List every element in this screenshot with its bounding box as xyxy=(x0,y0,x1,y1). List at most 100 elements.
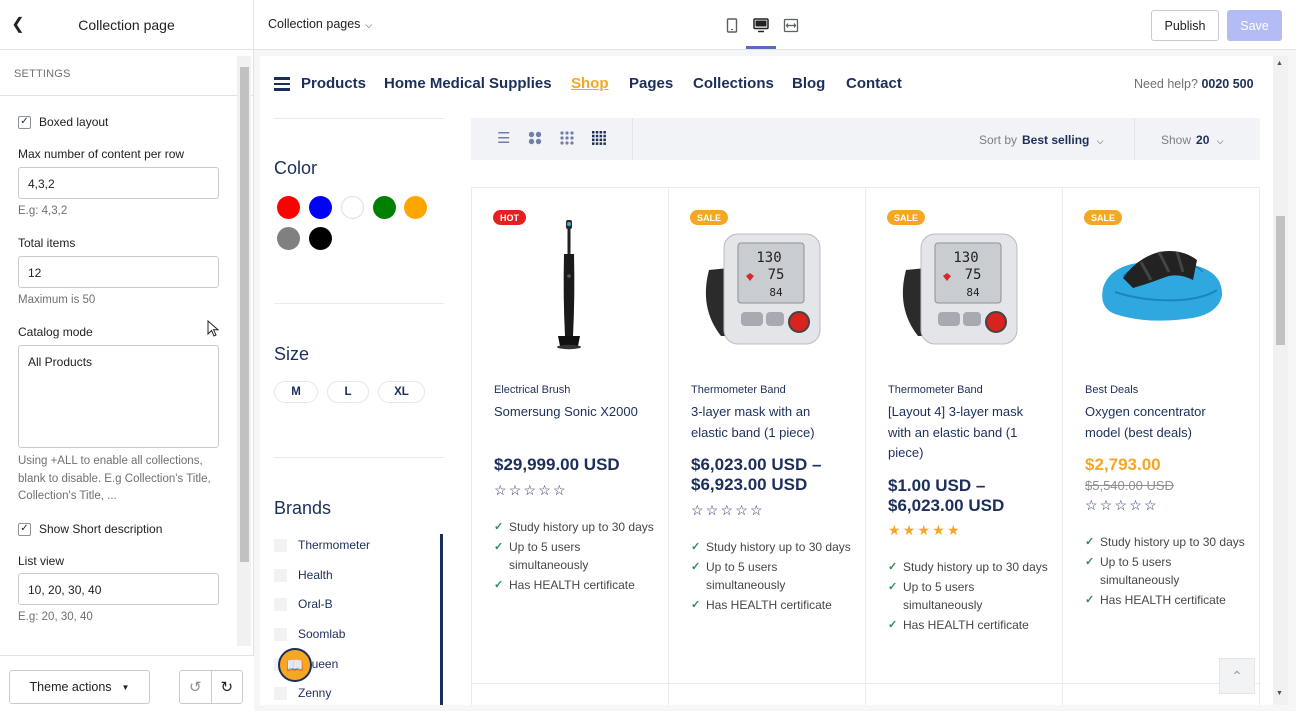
brand-label: Soomlab xyxy=(298,627,346,641)
filter-divider xyxy=(274,303,444,304)
rating-stars: ☆☆☆☆☆ xyxy=(494,482,568,498)
show-short-description-checkbox[interactable]: ✓ Show Short description xyxy=(18,522,162,536)
field-hint: Maximum is 50 xyxy=(18,294,96,306)
checkbox-label: Boxed layout xyxy=(39,115,109,129)
undo-icon[interactable]: ↺ xyxy=(180,671,212,703)
collection-toolbar: ☰ Sort by Best selling ⌵ Show 20 ⌵ xyxy=(471,118,1260,160)
show-value: 20 xyxy=(1196,133,1210,147)
nav-shop[interactable]: Shop xyxy=(571,75,609,92)
brands-filter-title: Brands xyxy=(274,498,332,518)
product-features: Study history up to 30 days Up to 5 user… xyxy=(494,518,654,596)
field-label: List view xyxy=(18,554,65,568)
product-old-price: $5,540.00 USD xyxy=(1085,478,1174,493)
brands-scrollbar[interactable] xyxy=(440,534,443,705)
help-contact: Need help? 0020 500 xyxy=(1134,77,1254,91)
size-option-xl[interactable]: XL xyxy=(378,381,425,403)
brand-checkbox[interactable]: Oral-B xyxy=(274,597,333,611)
nav-blog[interactable]: Blog xyxy=(792,75,825,92)
sort-value: Best selling xyxy=(1022,133,1090,147)
brand-label: Oral-B xyxy=(298,597,333,611)
feature-item: Has HEALTH certificate xyxy=(494,576,654,594)
theme-actions-label: Theme actions xyxy=(29,680,112,694)
scroll-down-icon[interactable]: ▼ xyxy=(1276,690,1283,697)
mouse-cursor-icon xyxy=(207,320,220,337)
active-device-indicator xyxy=(746,46,776,49)
book-icon[interactable]: 📖 xyxy=(278,648,312,682)
total-items-input[interactable]: 12 xyxy=(18,256,219,288)
save-button[interactable]: Save xyxy=(1227,10,1282,41)
product-category: Thermometer Band xyxy=(691,384,786,396)
nav-products[interactable]: Products xyxy=(301,75,366,92)
sort-dropdown[interactable]: Sort by Best selling ⌵ xyxy=(979,133,1104,147)
max-per-row-input[interactable]: 4,3,2 xyxy=(18,167,219,199)
sort-label: Sort by xyxy=(979,133,1018,147)
nav-collections[interactable]: Collections xyxy=(693,75,774,92)
product-name[interactable]: 3-layer mask with an elastic band (1 pie… xyxy=(691,402,841,443)
scroll-up-icon[interactable]: ▲ xyxy=(1276,60,1283,67)
undo-redo-group: ↺ ↻ xyxy=(179,670,243,704)
color-swatch[interactable] xyxy=(404,196,427,219)
product-card[interactable]: HOT Electrical Brush Somersung Sonic X20… xyxy=(472,188,669,705)
boxed-layout-checkbox[interactable]: ✓ Boxed layout xyxy=(18,115,108,129)
product-price: $2,793.00 xyxy=(1085,455,1161,474)
mobile-icon[interactable] xyxy=(722,15,742,35)
theme-actions-button[interactable]: Theme actions ▼ xyxy=(9,670,150,704)
color-swatch[interactable] xyxy=(341,196,364,219)
rating-stars: ☆☆☆☆☆ xyxy=(691,502,765,518)
color-swatch[interactable] xyxy=(277,196,300,219)
grid-4-view-icon[interactable] xyxy=(592,131,606,148)
grid-3-view-icon[interactable] xyxy=(560,131,574,148)
field-label: Max number of content per row xyxy=(18,147,185,161)
catalog-mode-textarea[interactable]: All Products xyxy=(18,345,219,448)
fullwidth-icon[interactable] xyxy=(781,15,801,35)
show-label: Show xyxy=(1161,133,1192,147)
nav-pages[interactable]: Pages xyxy=(629,75,673,92)
help-phone[interactable]: 0020 500 xyxy=(1201,77,1253,91)
size-option-l[interactable]: L xyxy=(327,381,369,403)
color-swatch[interactable] xyxy=(277,227,300,250)
field-label: Catalog mode xyxy=(18,325,93,339)
svg-text:130: 130 xyxy=(756,250,781,266)
product-card[interactable]: SALE 130 75 84 Thermometer Band [Layout … xyxy=(866,188,1063,705)
preview-scrollbar-thumb[interactable] xyxy=(1276,216,1285,345)
brand-checkbox[interactable]: Zenny xyxy=(274,686,331,700)
product-name[interactable]: Oxygen concentrator model (best deals) xyxy=(1085,402,1235,443)
product-features: Study history up to 30 days Up to 5 user… xyxy=(888,558,1048,636)
checkbox-label: Show Short description xyxy=(39,522,163,536)
back-to-top-icon[interactable]: ⌃ xyxy=(1219,658,1255,694)
field-hint: E.g: 4,3,2 xyxy=(18,205,68,217)
brand-checkbox[interactable]: Thermometer xyxy=(274,538,370,552)
desktop-icon[interactable] xyxy=(751,15,771,35)
list-view-input[interactable]: 10, 20, 30, 40 xyxy=(18,573,219,605)
show-dropdown[interactable]: Show 20 ⌵ xyxy=(1161,133,1224,147)
chevron-down-icon: ⌵ xyxy=(1216,136,1224,146)
svg-text:75: 75 xyxy=(768,267,785,283)
size-option-m[interactable]: M xyxy=(274,381,318,403)
page-title: Collection page xyxy=(78,16,175,33)
redo-icon[interactable]: ↻ xyxy=(212,671,243,703)
product-name[interactable]: Somersung Sonic X2000 xyxy=(494,402,644,423)
field-hint: E.g: 20, 30, 40 xyxy=(18,611,93,623)
nav-contact[interactable]: Contact xyxy=(846,75,902,92)
panel-scrollbar-thumb[interactable] xyxy=(240,67,249,562)
grid-2-view-icon[interactable] xyxy=(528,131,542,148)
brand-checkbox[interactable]: Soomlab xyxy=(274,627,345,641)
feature-item: Up to 5 users simultaneously xyxy=(494,538,654,574)
product-card[interactable]: SALE Best Deals Oxygen concentrator mode… xyxy=(1063,188,1260,705)
product-category: Thermometer Band xyxy=(888,384,983,396)
color-swatch[interactable] xyxy=(309,227,332,250)
feature-item: Has HEALTH certificate xyxy=(888,616,1048,634)
product-price: $1.00 USD – $6,023.00 USD xyxy=(888,476,1005,515)
publish-button[interactable]: Publish xyxy=(1151,10,1219,41)
color-swatch[interactable] xyxy=(373,196,396,219)
menu-icon[interactable] xyxy=(274,77,290,91)
color-swatch[interactable] xyxy=(309,196,332,219)
product-name[interactable]: [Layout 4] 3-layer mask with an elastic … xyxy=(888,402,1038,464)
list-view-icon[interactable]: ☰ xyxy=(497,131,510,146)
theme-editor: ❮ Collection page SETTINGS ✓ Boxed layou… xyxy=(0,0,1296,711)
template-selector[interactable]: Collection pages ⌵ xyxy=(268,17,372,31)
nav-home-medical-supplies[interactable]: Home Medical Supplies xyxy=(384,75,552,92)
brand-checkbox[interactable]: Health xyxy=(274,568,333,582)
product-card[interactable]: SALE 130 75 84 Thermometer Band 3-layer … xyxy=(669,188,866,705)
preview-scrollbar[interactable] xyxy=(1273,56,1288,705)
